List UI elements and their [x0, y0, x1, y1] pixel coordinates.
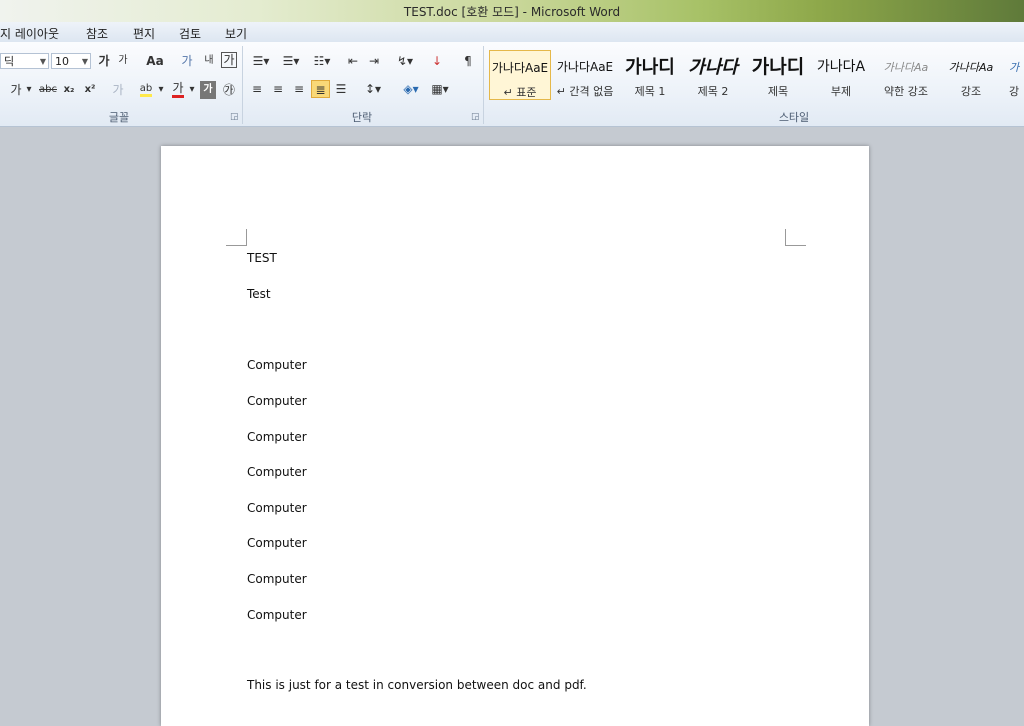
style-preview: 가나디 [751, 56, 805, 78]
style-name: 부제 [830, 85, 852, 98]
style-preview: 가나다AaE [556, 60, 614, 74]
chevron-down-icon: ▼ [81, 57, 88, 66]
style-preview: 가나다Aa [948, 61, 994, 74]
bullet-list-button[interactable]: ☰▾ [249, 52, 273, 70]
style-preview: 가나다Aa [883, 61, 929, 74]
styles-group-label: 스타일 [778, 111, 810, 124]
shading-button[interactable]: ◈▾ [398, 80, 424, 98]
grow-font-button[interactable]: 가 [96, 52, 112, 70]
align-right-button[interactable]: ≡ [291, 80, 307, 98]
phonetic-guide-button[interactable]: 내 [200, 52, 218, 70]
superscript-button[interactable]: x² [81, 81, 99, 99]
paragraph[interactable]: Computer [247, 430, 307, 444]
style-subtitle[interactable]: 가나다A 부제 [811, 50, 871, 100]
numbered-list-button[interactable]: ☰▾ [279, 52, 303, 70]
style-preview: 가나디 [625, 57, 675, 78]
paragraph[interactable]: Computer [247, 608, 307, 622]
chevron-down-icon[interactable]: ▾ [156, 81, 166, 99]
distributed-button[interactable]: ☰ [333, 80, 349, 98]
font-size-value: 10 [55, 55, 69, 68]
borders-button[interactable]: ▦▾ [428, 80, 452, 98]
chevron-down-icon[interactable]: ▾ [24, 81, 34, 99]
font-name-combo[interactable]: 딕 ▼ [0, 53, 49, 69]
char-border-button[interactable]: 가 [221, 52, 237, 68]
style-name: 제목 1 [634, 85, 666, 98]
window-title: TEST.doc [호환 모드] - Microsoft Word [403, 5, 621, 19]
paragraph[interactable]: TEST [247, 251, 277, 265]
paragraph[interactable]: Computer [247, 536, 307, 550]
align-center-button[interactable]: ≡ [270, 80, 286, 98]
style-name: ↵ 표준 [503, 86, 537, 99]
paragraph[interactable]: This is just for a test in conversion be… [247, 678, 587, 692]
asian-layout-button[interactable]: ↯▾ [394, 52, 416, 70]
shrink-font-button[interactable]: 가 [116, 52, 130, 70]
clear-format-button[interactable]: 가 [178, 52, 196, 70]
bold-button[interactable]: 가 [8, 81, 24, 99]
style-no-spacing[interactable]: 가나다AaE ↵ 간격 없음 [554, 50, 616, 100]
style-name: 약한 강조 [884, 85, 928, 98]
tab-review[interactable]: 검토 [179, 25, 201, 42]
style-preview: 가 [1008, 61, 1020, 74]
text-effect-button[interactable]: 가 [110, 81, 126, 99]
decrease-indent-button[interactable]: ⇤ [345, 52, 361, 70]
chevron-down-icon[interactable]: ▾ [187, 81, 197, 99]
style-intense-emphasis[interactable]: 가 강 [1004, 50, 1024, 100]
font-dialog-launcher-icon[interactable]: ◲ [230, 112, 239, 122]
change-case-button[interactable]: Aa [142, 52, 168, 70]
style-heading-1[interactable]: 가나디 제목 1 [620, 50, 680, 100]
tab-view[interactable]: 보기 [225, 25, 247, 42]
subscript-button[interactable]: x₂ [60, 81, 78, 99]
line-spacing-button[interactable]: ↕▾ [362, 80, 384, 98]
ribbon-tabs: 지 레이아웃 참조 편지 검토 보기 [0, 22, 1024, 42]
style-name: 강조 [960, 85, 982, 98]
font-color-label: 가 [172, 81, 184, 98]
margin-corner-mark [785, 229, 806, 246]
tab-page-layout[interactable]: 지 레이아웃 [0, 25, 59, 42]
char-shading-button[interactable]: 가 [200, 81, 216, 99]
font-name-value: 딕 [4, 55, 15, 68]
strikethrough-button[interactable]: abc [38, 81, 58, 99]
enclose-char-button[interactable]: ㉮ [220, 81, 238, 99]
paragraph-group-label: 단락 [351, 111, 373, 124]
style-name: 제목 [767, 85, 789, 98]
style-heading-2[interactable]: 가나다 제목 2 [684, 50, 742, 100]
paragraph[interactable]: Computer [247, 394, 307, 408]
paragraph-dialog-launcher-icon[interactable]: ◲ [471, 112, 480, 122]
font-group-label: 글꼴 [108, 111, 130, 124]
ribbon: 딕 ▼ 10 ▼ 가 가 Aa 가 내 가 가 ▾ abc x₂ x² 가 ab… [0, 42, 1024, 127]
paragraph[interactable]: Computer [247, 465, 307, 479]
style-name: 제목 2 [697, 85, 729, 98]
style-subtle-emphasis[interactable]: 가나다Aa 약한 강조 [876, 50, 936, 100]
align-left-button[interactable]: ≡ [249, 80, 265, 98]
highlight-button[interactable]: ab [137, 80, 155, 98]
style-title[interactable]: 가나디 제목 [747, 50, 809, 100]
font-color-button[interactable]: 가 [170, 79, 186, 98]
style-name: 강 [1008, 85, 1020, 98]
multilevel-list-button[interactable]: ☷▾ [310, 52, 334, 70]
paragraph[interactable]: Computer [247, 572, 307, 586]
paragraph[interactable]: Computer [247, 501, 307, 515]
style-name: ↵ 간격 없음 [556, 85, 614, 98]
style-preview: 가나다 [688, 57, 738, 78]
tab-references[interactable]: 참조 [86, 25, 108, 42]
style-normal[interactable]: 가나다AaE ↵ 표준 [489, 50, 551, 100]
highlight-label: ab [139, 83, 153, 97]
show-marks-button[interactable]: ¶ [460, 52, 476, 70]
style-preview: 가나다AaE [491, 61, 549, 75]
chevron-down-icon: ▼ [39, 57, 46, 66]
paragraph[interactable]: Test [247, 287, 271, 301]
paragraph[interactable]: Computer [247, 358, 307, 372]
style-emphasis[interactable]: 가나다Aa 강조 [941, 50, 1001, 100]
tab-mailings[interactable]: 편지 [133, 25, 155, 42]
group-divider [242, 46, 243, 124]
increase-indent-button[interactable]: ⇥ [366, 52, 382, 70]
justify-button[interactable]: ≣ [311, 80, 330, 98]
style-preview: 가나다A [816, 59, 866, 75]
margin-corner-mark [226, 229, 247, 246]
font-size-combo[interactable]: 10 ▼ [51, 53, 91, 69]
title-bar: TEST.doc [호환 모드] - Microsoft Word [0, 0, 1024, 22]
sort-button[interactable]: ↓ [428, 52, 446, 70]
